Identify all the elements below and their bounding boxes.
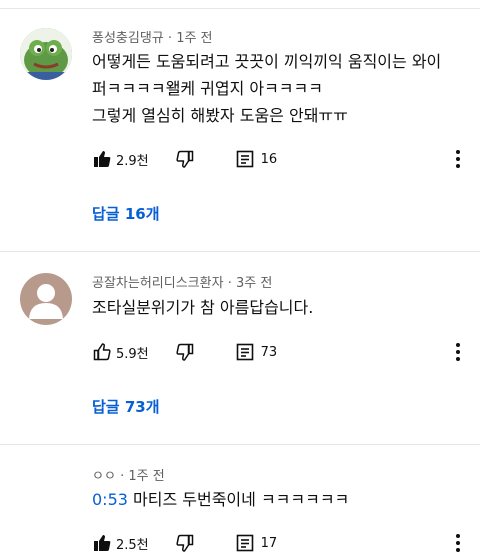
dislike-icon[interactable] <box>175 149 195 169</box>
dislike-icon[interactable] <box>175 342 195 362</box>
comment-text-line: 퍼ㅋㅋㅋㅋ왤케 귀엽지 아ㅋㅋㅋㅋ <box>92 79 323 98</box>
frog-avatar[interactable] <box>20 28 72 80</box>
comment-actions: 2.9천 16 <box>92 147 277 171</box>
reply-icon[interactable] <box>235 533 255 553</box>
reply-icon[interactable] <box>235 342 255 362</box>
reply-icon[interactable] <box>235 149 255 169</box>
user-silhouette-icon <box>29 284 63 319</box>
author-name[interactable]: 퐁성충김댕규 <box>92 31 164 46</box>
meta-separator: · <box>227 276 232 291</box>
video-timestamp-link[interactable]: 0:53 <box>92 490 128 509</box>
comment-actions: 5.9천 73 <box>92 340 277 364</box>
comment-text-line: 0:53 마티즈 두번죽이네 ㅋㅋㅋㅋㅋㅋ <box>92 488 349 512</box>
divider <box>0 444 480 445</box>
like-count: 5.9천 <box>116 346 149 362</box>
default-user-avatar[interactable] <box>20 273 72 325</box>
dislike-icon[interactable] <box>175 533 195 553</box>
comment-thread-1: 퐁성충김댕규 · 1주 전 어떻게든 도움되려고 끗끗이 끼익끼익 움직이는 와… <box>0 0 480 250</box>
more-options-icon[interactable] <box>448 531 468 555</box>
comment-text-line: 그렇게 열심히 해봤자 도움은 안돼ㅠㅠ <box>92 106 348 125</box>
view-replies-link[interactable]: 답글 73개 <box>92 396 160 417</box>
meta-separator: · <box>167 31 173 46</box>
more-options-icon[interactable] <box>448 340 468 364</box>
like-filled-icon[interactable] <box>92 533 112 553</box>
comment-text-line: 조타실분위기가 참 아름답습니다. <box>92 298 314 317</box>
meta-separator: · <box>120 469 125 484</box>
reply-count: 16 <box>260 151 278 167</box>
author-name[interactable]: ㅇㅇ <box>92 469 116 484</box>
like-count: 2.9천 <box>116 153 149 169</box>
like-filled-icon[interactable] <box>92 149 112 169</box>
comment-text-line: 어떻게든 도움되려고 끗끗이 끼익끼익 움직이는 와이 <box>92 52 442 71</box>
comment-time[interactable]: 1주 전 <box>176 31 212 46</box>
comment-time[interactable]: 1주 전 <box>128 469 164 484</box>
view-replies-link[interactable]: 답글 16개 <box>92 203 160 224</box>
comment-actions: 2.5천 17 <box>92 531 277 555</box>
divider <box>0 251 480 252</box>
comment-meta: 공잘차는허리디스크환자 · 3주 전 <box>92 272 272 291</box>
reply-count: 17 <box>260 535 278 551</box>
reply-count: 73 <box>260 344 278 360</box>
like-icon[interactable] <box>92 342 112 362</box>
author-name[interactable]: 공잘차는허리디스크환자 <box>92 276 224 291</box>
more-options-icon[interactable] <box>448 147 468 171</box>
comment-text: 마티즈 두번죽이네 ㅋㅋㅋㅋㅋㅋ <box>127 490 350 509</box>
frog-avatar-image <box>20 28 72 80</box>
comment-meta: 퐁성충김댕규 · 1주 전 <box>92 27 213 46</box>
comment-time[interactable]: 3주 전 <box>236 276 272 291</box>
like-count: 2.5천 <box>116 537 149 553</box>
comment-meta: ㅇㅇ · 1주 전 <box>92 465 165 484</box>
